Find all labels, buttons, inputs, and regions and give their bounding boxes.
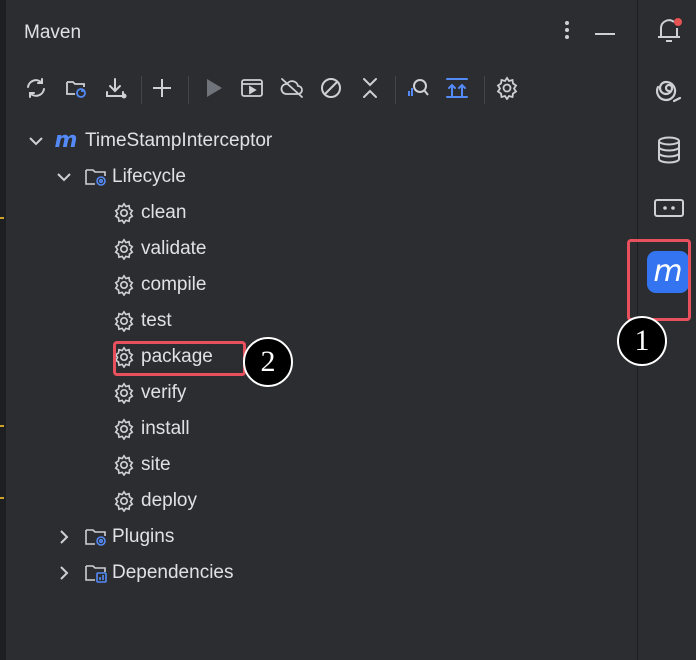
expand-all-icon bbox=[445, 76, 469, 105]
toggle-offline-mode-button[interactable] bbox=[276, 74, 308, 106]
goal-validate[interactable]: validate bbox=[6, 231, 636, 267]
goal-label: clean bbox=[141, 202, 187, 223]
collapse-icon bbox=[360, 76, 380, 105]
maven-project-icon: m bbox=[54, 128, 78, 153]
show-dependencies-button[interactable] bbox=[441, 74, 473, 106]
callout-badge-1: 1 bbox=[617, 316, 667, 366]
generate-sources-button[interactable] bbox=[60, 74, 92, 106]
add-project-button[interactable] bbox=[146, 74, 178, 106]
run-maven-build-button[interactable] bbox=[198, 74, 230, 106]
minimize-icon bbox=[595, 23, 615, 41]
refresh-icon bbox=[24, 76, 48, 105]
chevron-down-icon[interactable] bbox=[26, 131, 46, 151]
maven-settings-button[interactable] bbox=[491, 74, 523, 106]
folder-refresh-icon bbox=[64, 76, 88, 105]
tree-node-project[interactable]: m TimeStampInterceptor bbox=[6, 123, 636, 159]
gear-icon bbox=[112, 201, 136, 225]
gear-icon bbox=[112, 309, 136, 333]
terminal-icon bbox=[653, 197, 685, 226]
gear-icon bbox=[112, 453, 136, 477]
collapse-all-button[interactable] bbox=[354, 74, 386, 106]
gear-icon bbox=[112, 237, 136, 261]
dependencies-folder-icon bbox=[84, 561, 108, 585]
plugins-label: Plugins bbox=[112, 526, 175, 547]
lifecycle-label: Lifecycle bbox=[112, 166, 186, 187]
notifications-icon bbox=[654, 15, 684, 50]
goal-label: site bbox=[141, 454, 171, 475]
plus-icon bbox=[151, 77, 173, 104]
reload-all-projects-button[interactable] bbox=[20, 74, 52, 106]
goal-install[interactable]: install bbox=[6, 411, 636, 447]
cloud-off-icon bbox=[279, 77, 305, 104]
goal-label: verify bbox=[141, 382, 187, 403]
highlight-package-goal bbox=[113, 341, 246, 376]
download-sources-button[interactable] bbox=[100, 74, 132, 106]
gear-icon bbox=[112, 489, 136, 513]
tree-node-plugins[interactable]: Plugins bbox=[6, 519, 636, 555]
chevron-right-icon[interactable] bbox=[54, 527, 74, 547]
goal-package[interactable]: package bbox=[6, 339, 636, 375]
analyze-icon bbox=[406, 76, 430, 105]
goal-label: test bbox=[141, 310, 172, 331]
ai-assistant-button[interactable] bbox=[651, 75, 687, 111]
tree-node-dependencies[interactable]: Dependencies bbox=[6, 555, 636, 591]
database-icon bbox=[655, 135, 683, 170]
goal-verify[interactable]: verify bbox=[6, 375, 636, 411]
plugins-folder-icon bbox=[84, 525, 108, 549]
gear-icon bbox=[112, 381, 136, 405]
download-icon bbox=[104, 76, 128, 105]
goal-site[interactable]: site bbox=[6, 447, 636, 483]
gear-icon bbox=[112, 273, 136, 297]
project-label: TimeStampInterceptor bbox=[85, 130, 273, 151]
no-entry-icon bbox=[319, 76, 343, 105]
goal-clean[interactable]: clean bbox=[6, 195, 636, 231]
gear-icon bbox=[112, 417, 136, 441]
execute-goal-button[interactable] bbox=[236, 74, 268, 106]
tree-node-lifecycle[interactable]: Lifecycle bbox=[6, 159, 636, 195]
skip-tests-button[interactable] bbox=[315, 74, 347, 106]
maven-toolbar bbox=[6, 70, 636, 112]
play-icon bbox=[204, 77, 224, 104]
goal-label: deploy bbox=[141, 490, 197, 511]
analyze-dependencies-button[interactable] bbox=[402, 74, 434, 106]
tool-window-title: Maven bbox=[24, 22, 82, 43]
goal-label: install bbox=[141, 418, 190, 439]
goal-label: compile bbox=[141, 274, 207, 295]
database-button[interactable] bbox=[651, 134, 687, 170]
highlight-maven-button bbox=[627, 239, 691, 321]
tool-window-header: Maven bbox=[6, 0, 636, 62]
goal-compile[interactable]: compile bbox=[6, 267, 636, 303]
goal-test[interactable]: test bbox=[6, 303, 636, 339]
gear-icon bbox=[495, 75, 519, 105]
run-config-icon bbox=[240, 77, 264, 104]
maven-tool-window: Maven m TimeStampInterceptor Lifecycle c… bbox=[6, 0, 636, 660]
ai-assistant-icon bbox=[654, 76, 684, 111]
goal-deploy[interactable]: deploy bbox=[6, 483, 636, 519]
more-vertical-icon bbox=[564, 20, 570, 45]
callout-badge-2: 2 bbox=[243, 337, 293, 387]
hide-tool-window-button[interactable] bbox=[592, 18, 618, 46]
dependencies-label: Dependencies bbox=[112, 562, 234, 583]
lifecycle-folder-icon bbox=[84, 165, 108, 189]
notifications-button[interactable] bbox=[651, 14, 687, 50]
chevron-down-icon[interactable] bbox=[54, 167, 74, 187]
chevron-right-icon[interactable] bbox=[54, 563, 74, 583]
goal-label: validate bbox=[141, 238, 207, 259]
more-options-button[interactable] bbox=[554, 18, 580, 46]
terminal-button[interactable] bbox=[651, 193, 687, 229]
